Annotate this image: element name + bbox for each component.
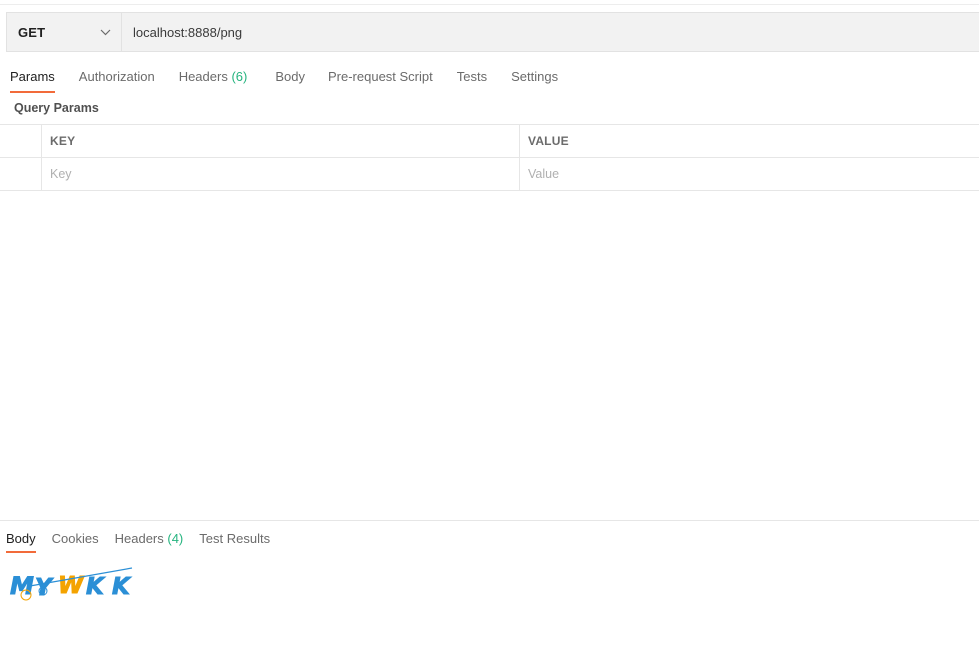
captcha-image: M Y W K K <box>8 564 138 609</box>
tab-tests[interactable]: Tests <box>457 65 487 93</box>
response-tab-body[interactable]: Body <box>6 527 36 553</box>
captcha-svg: M Y W K K <box>10 567 133 602</box>
key-input[interactable] <box>50 167 473 181</box>
method-select[interactable]: GET <box>7 13 122 51</box>
table-row <box>0 158 979 191</box>
query-params-table: KEY VALUE <box>0 124 979 191</box>
request-tabs: Params Authorization Headers (6) Body Pr… <box>10 65 558 93</box>
tab-settings[interactable]: Settings <box>511 65 558 93</box>
tab-label: Pre-request Script <box>327 69 433 84</box>
tab-label: Tests <box>456 69 488 84</box>
table-header-row: KEY VALUE <box>0 125 979 158</box>
captcha-letter: Y <box>35 575 54 601</box>
key-cell <box>42 158 520 190</box>
captcha-letter: K <box>112 574 132 600</box>
top-divider <box>0 4 979 5</box>
response-tabs: Body Cookies Headers (4) Test Results <box>6 527 270 553</box>
response-tab-cookies[interactable]: Cookies <box>52 527 99 553</box>
tab-label: Headers <box>178 69 228 84</box>
tab-params[interactable]: Params <box>10 65 55 93</box>
headers-count: (6) <box>231 69 248 84</box>
key-header-label: KEY <box>50 134 76 148</box>
request-url-bar: GET <box>6 12 979 52</box>
tab-label: Headers <box>114 531 164 546</box>
value-column-header: VALUE <box>520 125 979 157</box>
value-input[interactable] <box>528 167 934 181</box>
row-checkbox-cell <box>0 158 42 190</box>
response-divider[interactable] <box>0 520 979 521</box>
tab-label: Params <box>10 69 55 84</box>
checkbox-column-header <box>0 125 42 157</box>
response-tab-test-results[interactable]: Test Results <box>199 527 270 553</box>
tab-authorization[interactable]: Authorization <box>79 65 155 93</box>
tab-label: Authorization <box>78 69 155 84</box>
query-params-title: Query Params <box>14 101 99 115</box>
tab-pre-request-script[interactable]: Pre-request Script <box>328 65 433 93</box>
tab-label: Cookies <box>51 531 99 546</box>
value-header-label: VALUE <box>528 134 569 148</box>
value-cell <box>520 158 979 190</box>
response-tab-headers[interactable]: Headers (4) <box>115 527 184 553</box>
tab-label: Body <box>6 531 36 546</box>
captcha-letter: K <box>86 574 106 600</box>
url-input[interactable] <box>122 13 979 51</box>
tab-body[interactable]: Body <box>275 65 305 93</box>
tab-label: Settings <box>511 69 559 84</box>
tab-headers[interactable]: Headers (6) <box>179 65 248 93</box>
tab-label: Body <box>275 69 305 84</box>
tab-label: Test Results <box>199 531 271 546</box>
chevron-down-icon <box>99 26 111 38</box>
method-label: GET <box>18 24 46 40</box>
response-headers-count: (4) <box>167 531 184 546</box>
key-column-header: KEY <box>42 125 520 157</box>
